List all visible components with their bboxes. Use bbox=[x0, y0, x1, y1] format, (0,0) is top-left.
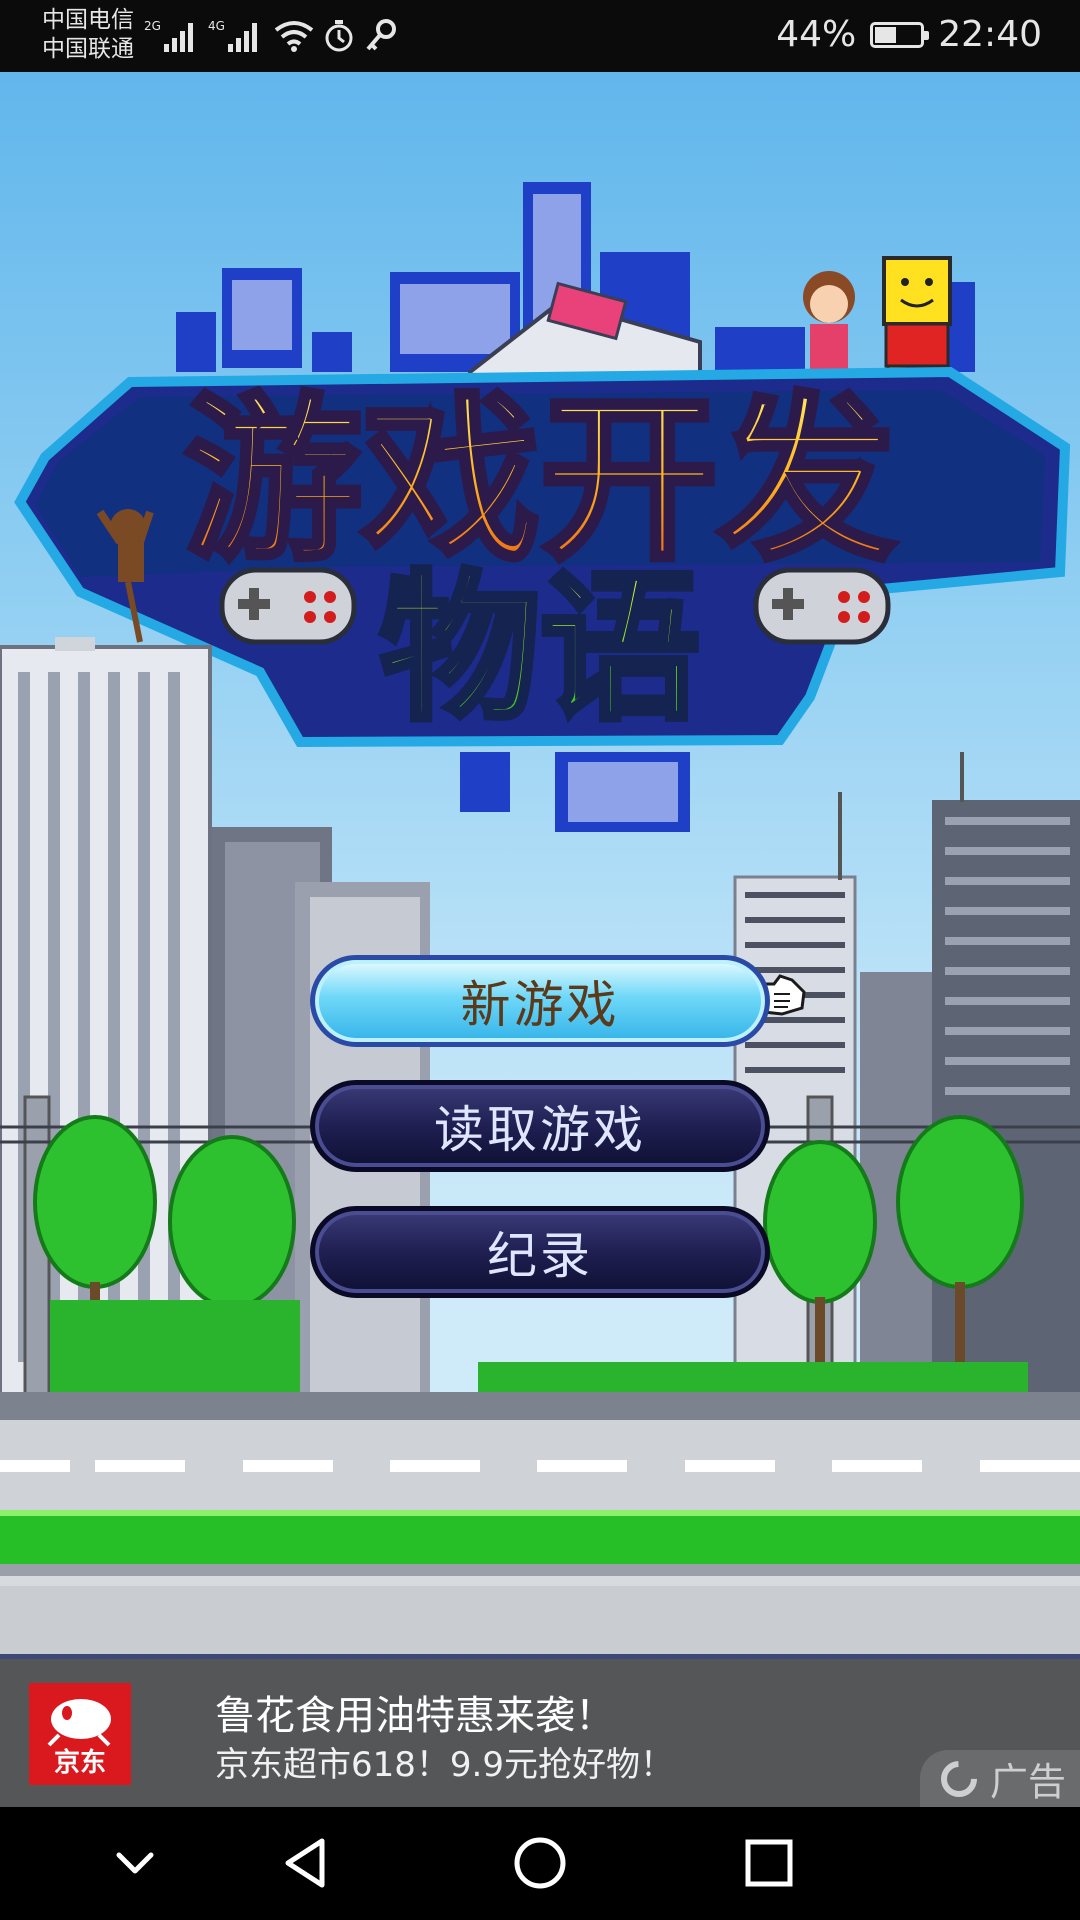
navigation-bar bbox=[0, 1807, 1080, 1920]
signal-icon: 2G bbox=[144, 19, 193, 52]
signal-icon: 4G bbox=[208, 19, 257, 52]
game-title-line1: 游戏开发 bbox=[184, 377, 896, 584]
home-icon[interactable] bbox=[510, 1833, 570, 1893]
records-button[interactable]: 纪录 bbox=[310, 1206, 770, 1298]
ad-refresh-icon bbox=[941, 1760, 977, 1797]
carrier-2: 中国联通 bbox=[42, 36, 134, 62]
ad-tag-text: 广告 bbox=[990, 1760, 1067, 1804]
hide-keyboard-icon[interactable] bbox=[105, 1833, 165, 1893]
status-bar: 中国电信 中国联通 2G 4G 44% 22:40 bbox=[0, 0, 1080, 72]
ad-label[interactable]: 广告 bbox=[920, 1750, 1080, 1807]
new-game-button[interactable]: 新游戏 bbox=[310, 955, 770, 1047]
game-screen: 游戏开发 物语 新游戏 读取游戏 纪录 bbox=[0, 72, 1080, 1659]
ad-title: 鲁花食用油特惠来袭！ bbox=[215, 1693, 615, 1739]
robot-character bbox=[882, 256, 952, 388]
svg-text:4G: 4G bbox=[208, 19, 225, 33]
controller-left-icon bbox=[219, 567, 357, 645]
key-icon bbox=[366, 19, 396, 51]
load-game-button[interactable]: 读取游戏 bbox=[310, 1080, 770, 1172]
jd-brand: 京东 bbox=[53, 1748, 106, 1778]
carrier-labels: 中国电信 中国联通 bbox=[42, 6, 134, 64]
battery-icon bbox=[870, 21, 930, 48]
carrier-1: 中国电信 bbox=[42, 7, 134, 33]
records-label: 纪录 bbox=[487, 1227, 593, 1285]
controller-right-icon bbox=[753, 567, 891, 645]
city-background: 游戏开发 物语 bbox=[0, 182, 1080, 1659]
ad-subtitle: 京东超市618！9.9元抢好物！ bbox=[215, 1745, 674, 1785]
battery-percent: 44% bbox=[776, 14, 857, 55]
alarm-icon bbox=[325, 20, 353, 52]
game-title-line2: 物语 bbox=[380, 555, 700, 742]
recents-icon[interactable] bbox=[739, 1833, 799, 1893]
new-game-label: 新游戏 bbox=[460, 976, 620, 1034]
svg-text:2G: 2G bbox=[144, 19, 161, 33]
wifi-icon bbox=[274, 21, 314, 52]
jd-logo: 京东 bbox=[29, 1683, 131, 1785]
ad-banner[interactable]: 京东 鲁花食用油特惠来袭！ 京东超市618！9.9元抢好物！ 广告 bbox=[0, 1659, 1080, 1807]
load-game-label: 读取游戏 bbox=[434, 1101, 646, 1159]
clock: 22:40 bbox=[938, 14, 1042, 55]
back-icon[interactable] bbox=[278, 1833, 338, 1893]
